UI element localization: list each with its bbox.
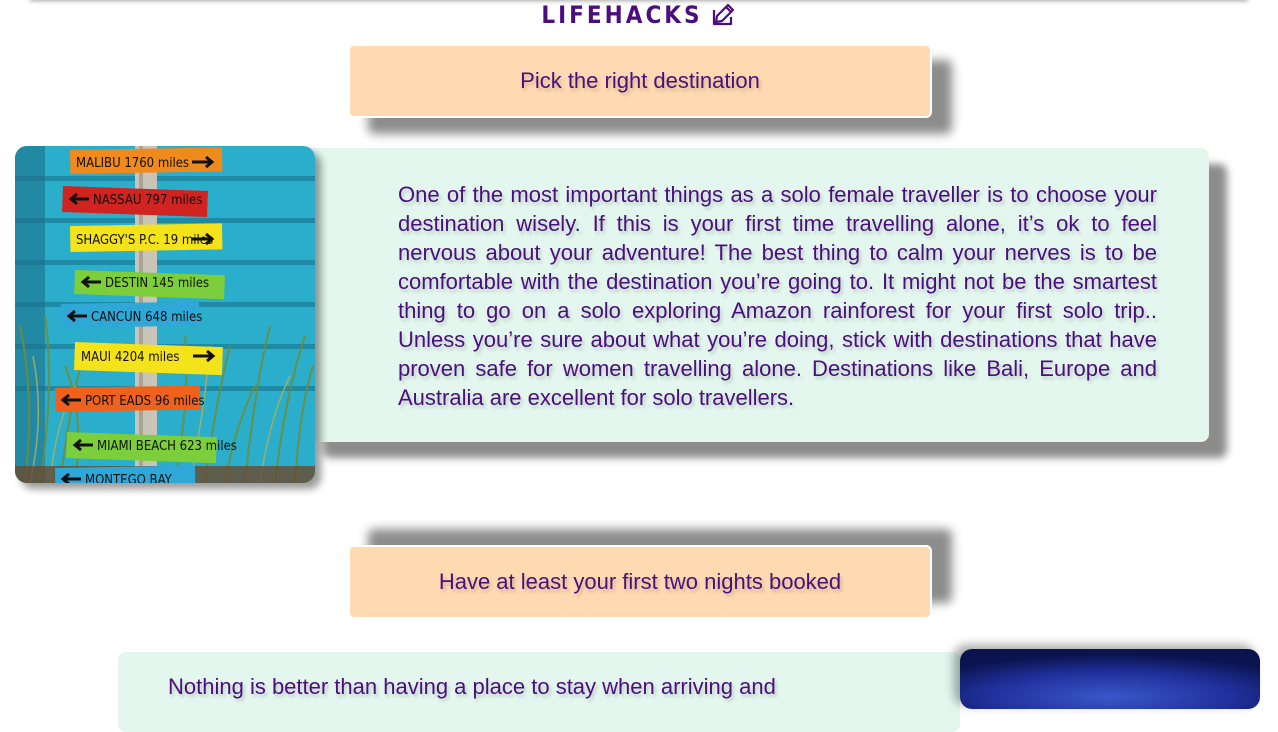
section-card-destination: One of the most important things as a so… bbox=[305, 148, 1209, 442]
signpost-label: DESTIN 145 miles bbox=[105, 276, 209, 291]
page-title-text: LIFEHACKS bbox=[541, 1, 703, 29]
signpost-label: MALIBU 1760 miles bbox=[76, 156, 189, 171]
section-heading-destination: Pick the right destination bbox=[348, 44, 932, 118]
section-heading-text: Pick the right destination bbox=[520, 68, 760, 93]
signpost-label: SHAGGY'S P.C. 19 miles bbox=[76, 233, 213, 248]
signpost-label: NASSAU 797 miles bbox=[93, 193, 202, 208]
section-heading-text: Have at least your first two nights book… bbox=[438, 569, 842, 594]
section-card-bookings: Nothing is better than having a place to… bbox=[118, 652, 960, 732]
signpost-photo: MALIBU 1760 miles NASSAU 797 miles SHAGGY'… bbox=[15, 146, 315, 483]
signpost-label: MONTEGO BAY bbox=[85, 473, 173, 483]
signpost-label: MIAMI BEACH 623 miles bbox=[97, 439, 237, 454]
signpost-board: MONTEGO BAY bbox=[55, 465, 196, 483]
signpost-board: SHAGGY'S P.C. 19 miles bbox=[70, 223, 223, 252]
section-body-text: Nothing is better than having a place to… bbox=[168, 674, 776, 699]
page-title: LIFEHACKS bbox=[0, 0, 1278, 30]
signpost-board: NASSAU 797 miles bbox=[62, 186, 208, 218]
signpost-label: MAUI 4204 miles bbox=[81, 350, 179, 365]
edit-icon[interactable] bbox=[711, 2, 737, 33]
night-photo bbox=[960, 649, 1260, 709]
signpost-board: CANCUN 648 miles bbox=[61, 301, 202, 328]
section-heading-bookings: Have at least your first two nights book… bbox=[348, 545, 932, 619]
signpost-board: PORT EADS 96 miles bbox=[54, 385, 205, 412]
signpost-label: CANCUN 648 miles bbox=[91, 310, 202, 325]
section-body-text: One of the most important things as a so… bbox=[398, 182, 1157, 410]
signpost-board: MALIBU 1760 miles bbox=[70, 147, 223, 174]
signpost-board: MAUI 4204 miles bbox=[74, 341, 223, 376]
signpost-label: PORT EADS 96 miles bbox=[85, 394, 205, 409]
